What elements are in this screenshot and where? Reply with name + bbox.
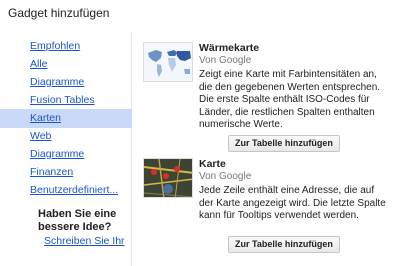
map-pins-icon <box>144 159 192 197</box>
gadget-description: Jede Zeile enthält eine Adresse, die auf… <box>199 185 386 221</box>
add-to-table-button[interactable]: Zur Tabelle hinzufügen <box>228 135 340 152</box>
world-heatmap-icon <box>144 43 192 81</box>
sidebar-item-alle[interactable]: Alle <box>0 55 132 74</box>
idea-heading: Haben Sie eine bessere Idee? <box>38 208 117 233</box>
add-to-table-button[interactable]: Zur Tabelle hinzufügen <box>228 236 340 253</box>
gadget-dialog-body: Empfohlen Alle Diagramme Fusion Tables K… <box>0 32 400 266</box>
gadget-author: Von Google <box>199 55 252 66</box>
gadget-description: Zeigt eine Karte mit Farbintensitäten an… <box>199 69 381 130</box>
sidebar-item-karten[interactable]: Karten <box>0 109 132 128</box>
category-sidebar: Empfohlen Alle Diagramme Fusion Tables K… <box>0 32 132 266</box>
dialog-title: Gadget hinzufügen <box>8 6 110 20</box>
heatmap-thumbnail[interactable] <box>143 42 193 82</box>
gadget-title: Karte <box>199 158 226 170</box>
sidebar-item-fusion-tables[interactable]: Fusion Tables <box>0 91 132 110</box>
write-your-own-link[interactable]: Schreiben Sie Ihr <box>44 235 125 247</box>
sidebar-item-benutzerdefiniert[interactable]: Benutzerdefiniert... <box>0 181 132 200</box>
sidebar-item-diagramme[interactable]: Diagramme <box>0 73 132 92</box>
sidebar-item-web[interactable]: Web <box>0 127 132 146</box>
gadget-title: Wärmekarte <box>199 42 260 54</box>
gadget-card-map: Karte Von Google Jede Zeile enthält eine… <box>143 158 393 258</box>
sidebar-item-diagramme-2[interactable]: Diagramme <box>0 145 132 164</box>
gadget-card-heatmap: Wärmekarte Von Google Zeigt eine Karte m… <box>143 42 393 154</box>
sidebar-item-empfohlen[interactable]: Empfohlen <box>0 37 132 56</box>
gadget-author: Von Google <box>199 171 252 182</box>
sidebar-item-finanzen[interactable]: Finanzen <box>0 163 132 182</box>
map-thumbnail[interactable] <box>143 158 193 198</box>
